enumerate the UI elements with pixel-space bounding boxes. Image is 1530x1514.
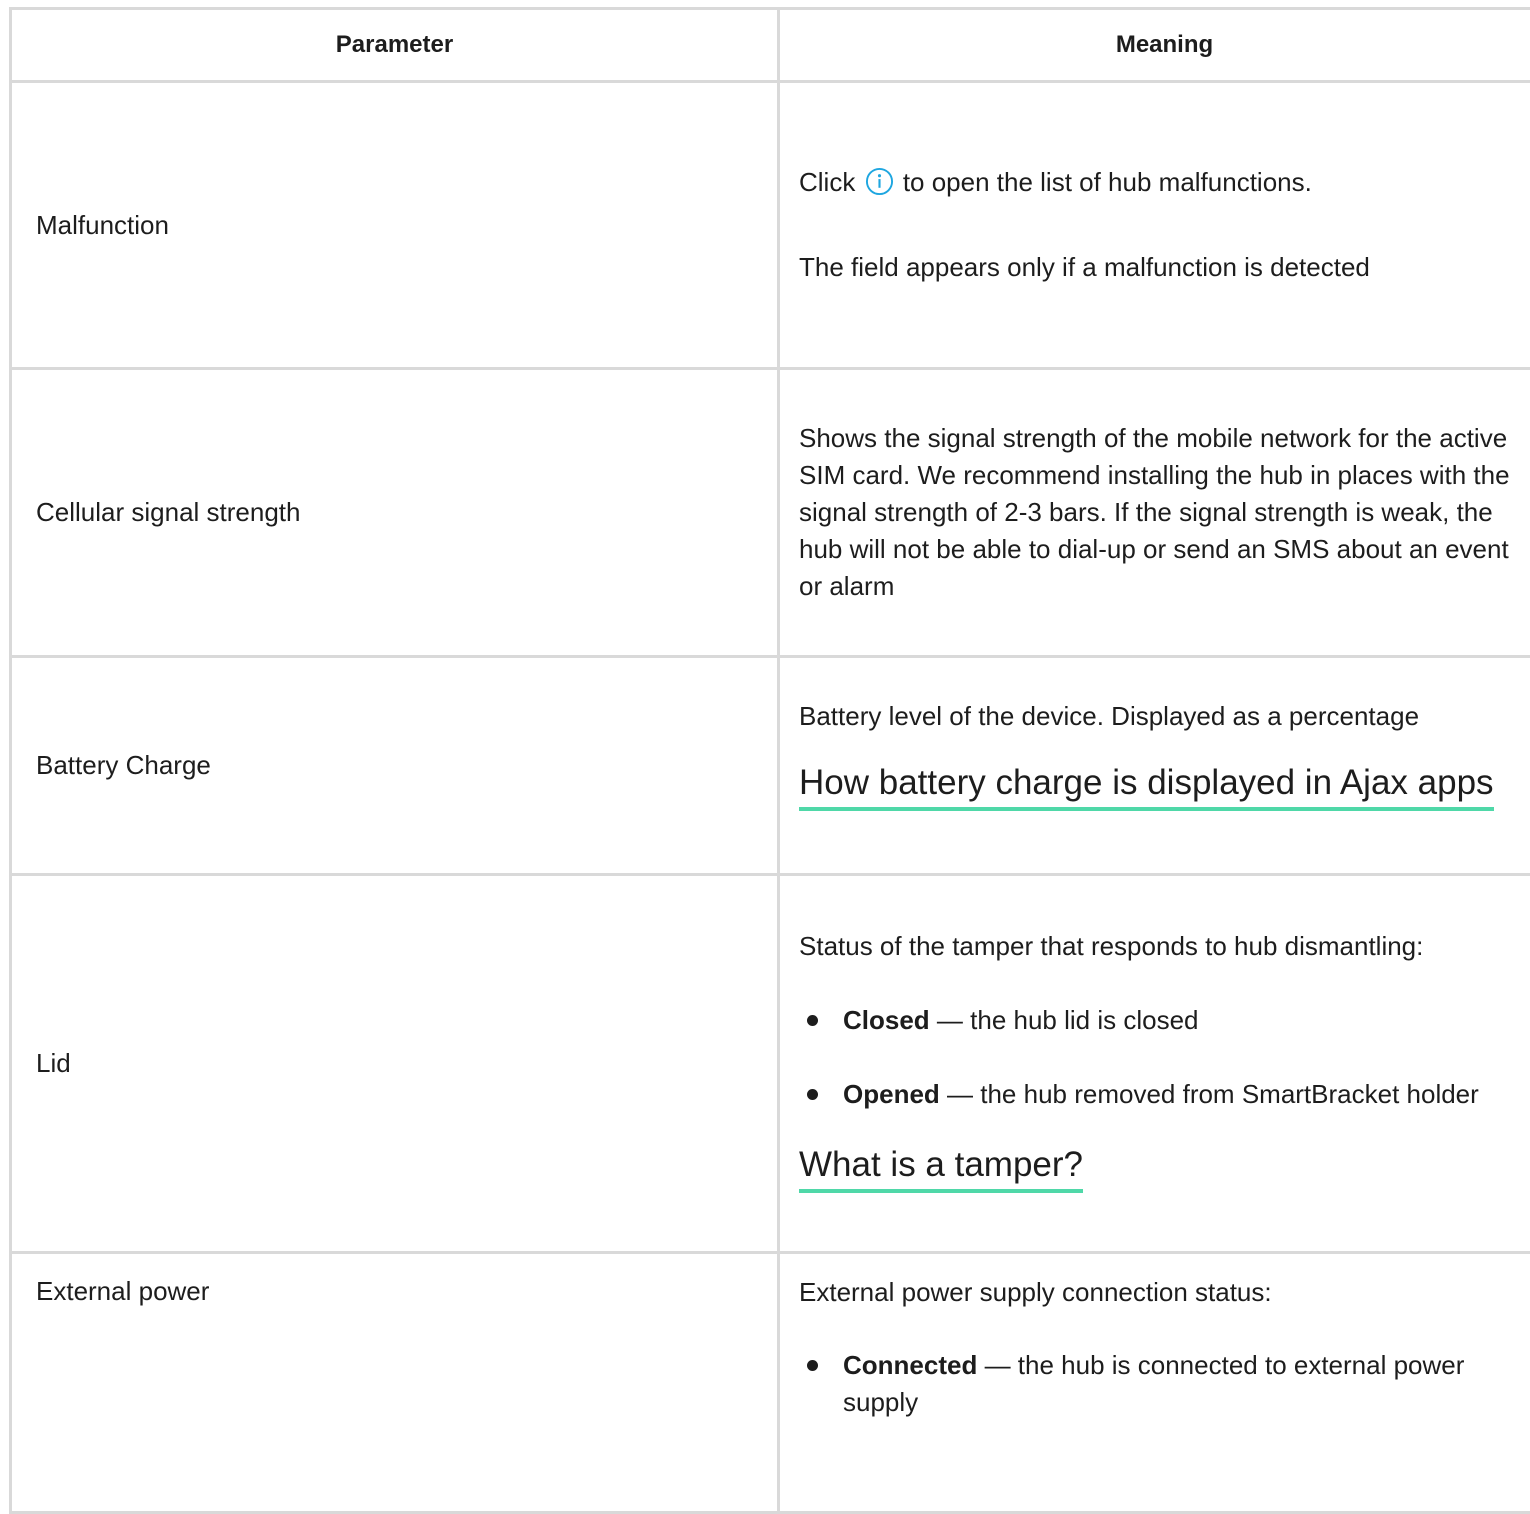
external-power-intro: External power supply connection status: (799, 1274, 1525, 1311)
meaning-cell: Status of the tamper that responds to hu… (779, 875, 1530, 1253)
click-text: Click (799, 167, 855, 197)
parameter-column-header: Parameter (11, 9, 779, 82)
list-item: Connected — the hub is connected to exte… (799, 1347, 1525, 1421)
tamper-link[interactable]: What is a tamper? (799, 1143, 1083, 1193)
status-term: Closed (843, 1005, 930, 1035)
lid-status-list: Closed — the hub lid is closed Opened — … (799, 1002, 1525, 1113)
bullet-icon (807, 1015, 818, 1026)
bullet-icon (807, 1089, 818, 1100)
malfunction-line-1: Click to open the list of hub malfunctio… (799, 164, 1525, 201)
malfunction-note: The field appears only if a malfunction … (799, 249, 1525, 286)
battery-description: Battery level of the device. Displayed a… (799, 698, 1525, 735)
table-row-external-power: External power External power supply con… (11, 1253, 1530, 1513)
external-power-status-list: Connected — the hub is connected to exte… (799, 1347, 1525, 1421)
parameter-cell: External power (11, 1253, 779, 1513)
meaning-cell: Shows the signal strength of the mobile … (779, 369, 1530, 657)
bullet-icon (807, 1360, 818, 1371)
meaning-cell: External power supply connection status:… (779, 1253, 1530, 1513)
status-desc: — the hub lid is closed (930, 1005, 1199, 1035)
lid-intro: Status of the tamper that responds to hu… (799, 928, 1525, 965)
parameters-table: Parameter Meaning Malfunction Click to o… (9, 7, 1530, 1514)
parameter-cell: Malfunction (11, 82, 779, 369)
table-row-battery: Battery Charge Battery level of the devi… (11, 657, 1530, 875)
table-row-malfunction: Malfunction Click to open the list of hu… (11, 82, 1530, 369)
info-icon[interactable] (865, 167, 894, 196)
meaning-cell: Battery level of the device. Displayed a… (779, 657, 1530, 875)
meaning-cell: Click to open the list of hub malfunctio… (779, 82, 1530, 369)
open-list-text: to open the list of hub malfunctions. (903, 167, 1312, 197)
list-item: Opened — the hub removed from SmartBrack… (799, 1076, 1525, 1113)
parameter-cell: Cellular signal strength (11, 369, 779, 657)
status-term: Opened (843, 1079, 940, 1109)
meaning-column-header: Meaning (779, 9, 1530, 82)
parameter-cell: Battery Charge (11, 657, 779, 875)
battery-charge-link[interactable]: How battery charge is displayed in Ajax … (799, 761, 1494, 811)
cellular-description: Shows the signal strength of the mobile … (799, 420, 1525, 605)
table-row-lid: Lid Status of the tamper that responds t… (11, 875, 1530, 1253)
parameter-cell: Lid (11, 875, 779, 1253)
status-desc: — the hub removed from SmartBracket hold… (940, 1079, 1479, 1109)
table-row-cellular: Cellular signal strength Shows the signa… (11, 369, 1530, 657)
table-header-row: Parameter Meaning (11, 9, 1530, 82)
status-term: Connected (843, 1350, 977, 1380)
list-item: Closed — the hub lid is closed (799, 1002, 1525, 1039)
